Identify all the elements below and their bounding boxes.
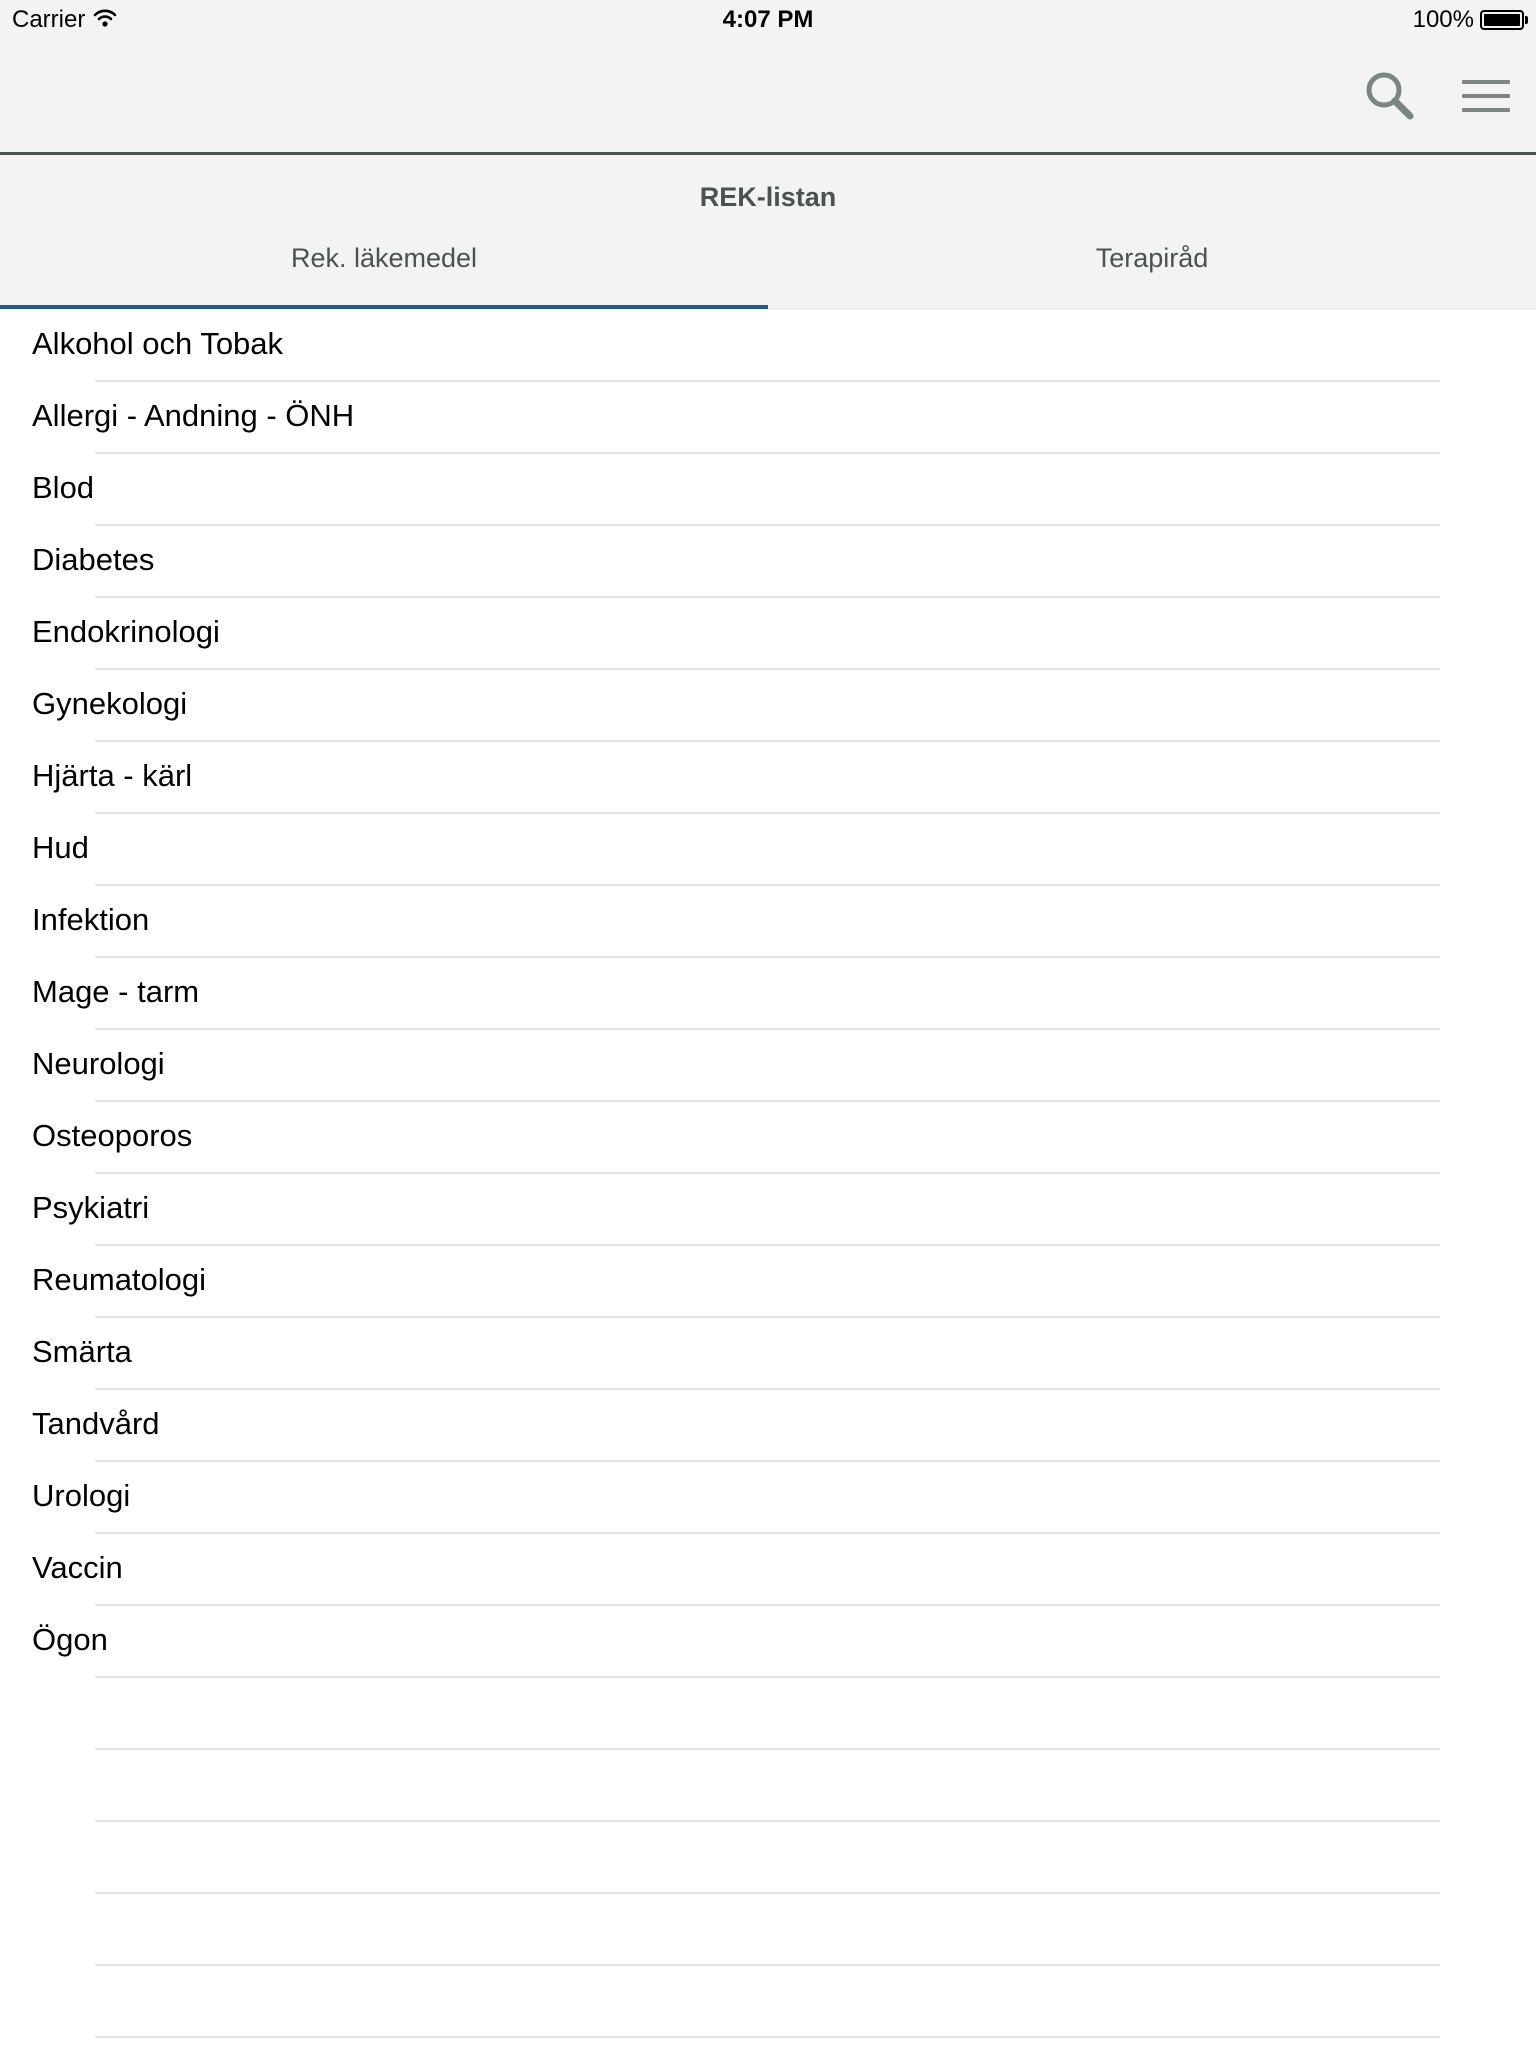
list-item-label: Urologi — [32, 1478, 131, 1513]
list-item[interactable]: Osteoporos — [0, 1102, 1536, 1174]
list-item-label: Gynekologi — [32, 686, 188, 721]
tab-label: Rek. läkemedel — [290, 243, 478, 273]
list-item-label: Hjärta - kärl — [32, 758, 193, 793]
status-bar: Carrier 4:07 PM 100% — [0, 0, 1536, 40]
navigation-bar — [0, 40, 1536, 155]
list-item-label: Allergi - Andning - ÖNH — [32, 398, 355, 433]
list-item[interactable]: Mage - tarm — [0, 958, 1536, 1030]
active-tab-indicator — [0, 305, 768, 309]
list-item[interactable]: Gynekologi — [0, 670, 1536, 742]
battery-icon — [1480, 10, 1528, 30]
search-icon — [1366, 72, 1414, 120]
list-item-label: Osteoporos — [32, 1118, 193, 1153]
page-title: REK-listan — [699, 182, 837, 212]
hamburger-menu-icon — [1462, 80, 1510, 112]
list-item[interactable]: Diabetes — [0, 526, 1536, 598]
battery-level-fill — [1484, 14, 1520, 26]
list-item[interactable]: Endokrinologi — [0, 598, 1536, 670]
list-item[interactable]: Reumatologi — [0, 1246, 1536, 1318]
list-item — [0, 1966, 1536, 2038]
list-item-label: Endokrinologi — [32, 614, 220, 649]
list-item-label: Reumatologi — [32, 1262, 207, 1297]
list-item[interactable]: Ögon — [0, 1606, 1536, 1678]
list-item-label: Diabetes — [32, 542, 155, 577]
list-item-label: Psykiatri — [32, 1190, 150, 1225]
list-item[interactable]: Smärta — [0, 1318, 1536, 1390]
list-item — [0, 1822, 1536, 1894]
list-item — [0, 1678, 1536, 1750]
battery-info: 100% — [1412, 6, 1528, 34]
list-item[interactable]: Alkohol och Tobak — [0, 310, 1536, 382]
list-item-label: Blod — [32, 470, 95, 505]
list-item[interactable]: Blod — [0, 454, 1536, 526]
list-item — [0, 1750, 1536, 1822]
list-item[interactable]: Neurologi — [0, 1030, 1536, 1102]
list-item[interactable]: Hud — [0, 814, 1536, 886]
tab-label: Terapiråd — [1095, 243, 1209, 273]
list-item-label: Ögon — [32, 1622, 108, 1657]
search-button[interactable] — [1362, 68, 1418, 124]
list-item-label: Neurologi — [32, 1046, 165, 1081]
list-item[interactable]: Infektion — [0, 886, 1536, 958]
status-time: 4:07 PM — [722, 6, 814, 33]
list-item-label: Mage - tarm — [32, 974, 200, 1009]
row-separator — [95, 2036, 1440, 2038]
list-item — [0, 1894, 1536, 1966]
tab-terapirad[interactable]: Terapiråd — [768, 243, 1536, 274]
list-item[interactable]: Tandvård — [0, 1390, 1536, 1462]
battery-cap — [1525, 16, 1528, 24]
list-item[interactable]: Vaccin — [0, 1534, 1536, 1606]
list-item-label: Infektion — [32, 902, 150, 937]
list-item[interactable]: Allergi - Andning - ÖNH — [0, 382, 1536, 454]
list-item-label: Smärta — [32, 1334, 132, 1369]
section-header: REK-listan Rek. läkemedel Terapiråd — [0, 155, 1536, 310]
list-item-label: Vaccin — [32, 1550, 123, 1585]
category-list: Alkohol och Tobak Allergi - Andning - ÖNH… — [0, 310, 1536, 2038]
menu-button[interactable] — [1458, 68, 1514, 124]
list-item-label: Alkohol och Tobak — [32, 326, 284, 361]
list-item[interactable]: Urologi — [0, 1462, 1536, 1534]
list-item-label: Tandvård — [32, 1406, 160, 1441]
list-item-label: Hud — [32, 830, 89, 865]
tab-rek-lakemedel[interactable]: Rek. läkemedel — [0, 243, 768, 274]
list-item[interactable]: Psykiatri — [0, 1174, 1536, 1246]
list-item[interactable]: Hjärta - kärl — [0, 742, 1536, 814]
battery-percent: 100% — [1412, 6, 1474, 33]
